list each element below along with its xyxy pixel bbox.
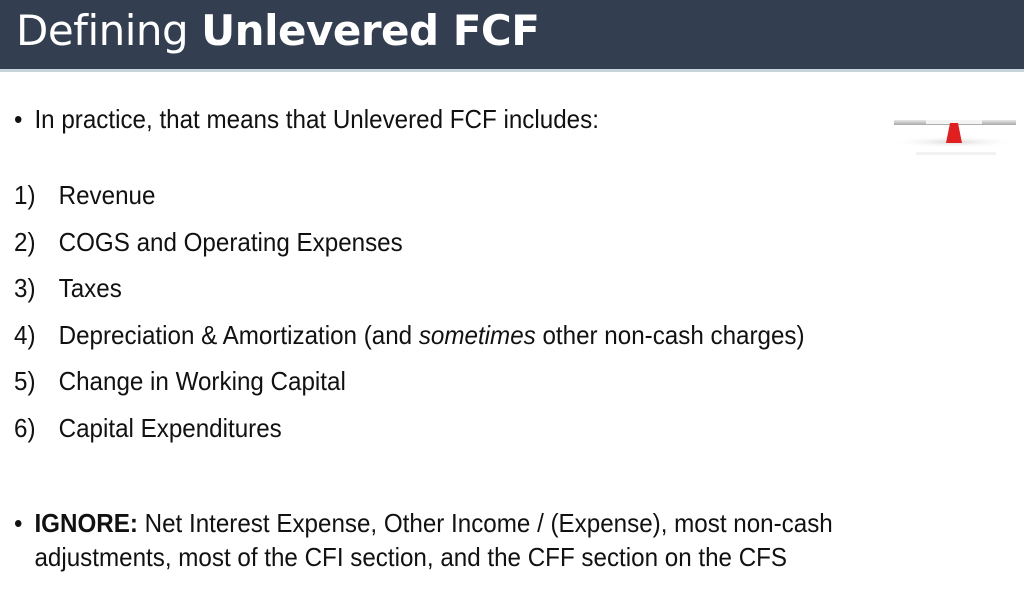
seesaw-reflection bbox=[916, 152, 996, 155]
seesaw-balance-icon bbox=[890, 120, 1018, 155]
ignore-text-1: Net Interest Expense, Other Income / (Ex… bbox=[137, 508, 833, 538]
ignore-line-1: • IGNORE: Net Interest Expense, Other Inc… bbox=[14, 506, 833, 540]
title-bar: Defining Unlevered FCF bbox=[0, 0, 1024, 72]
item-text: Revenue bbox=[58, 180, 156, 210]
list-item: 6) Capital Expenditures bbox=[14, 413, 805, 460]
item-text: Depreciation & Amortization (and bbox=[58, 319, 419, 350]
title-bold: Unlevered FCF bbox=[201, 6, 540, 55]
ignore-line-2: adjustments, most of the CFI section, an… bbox=[34, 542, 788, 572]
item-text: Capital Expenditures bbox=[58, 412, 282, 443]
intro-text: In practice, that means that Unlevered F… bbox=[34, 104, 599, 134]
item-number: 1) bbox=[14, 180, 36, 210]
item-text: Taxes bbox=[58, 273, 122, 303]
item-text: COGS and Operating Expenses bbox=[58, 226, 403, 257]
list-item: 5) Change in Working Capital bbox=[14, 366, 805, 413]
seesaw-fulcrum bbox=[946, 123, 962, 143]
ignore-label: IGNORE: bbox=[34, 508, 138, 538]
intro-bullet: • In practice, that means that Unlevered … bbox=[14, 104, 599, 134]
item-number: 6) bbox=[14, 412, 36, 443]
ignore-bullet: • IGNORE: Net Interest Expense, Other Inc… bbox=[14, 506, 833, 574]
list-item: 2) COGS and Operating Expenses bbox=[14, 227, 805, 274]
slide-title: Defining Unlevered FCF bbox=[16, 6, 540, 55]
included-items-list: 1) Revenue 2) COGS and Operating Expenses … bbox=[14, 180, 864, 459]
item-number: 4) bbox=[14, 319, 36, 350]
item-number: 5) bbox=[14, 366, 36, 396]
bullet-marker: • bbox=[14, 104, 23, 134]
bullet-marker: • bbox=[14, 508, 23, 538]
list-item: 4) Depreciation & Amortization (and somet… bbox=[14, 320, 805, 367]
list-item: 3) Taxes bbox=[14, 273, 805, 320]
item-emphasis: sometimes bbox=[418, 319, 536, 350]
item-text-after: other non-cash charges) bbox=[535, 319, 805, 350]
item-number: 3) bbox=[14, 273, 36, 303]
item-number: 2) bbox=[14, 226, 36, 257]
title-regular: Defining bbox=[16, 6, 189, 55]
list-item: 1) Revenue bbox=[14, 180, 805, 227]
item-text: Change in Working Capital bbox=[58, 366, 346, 396]
